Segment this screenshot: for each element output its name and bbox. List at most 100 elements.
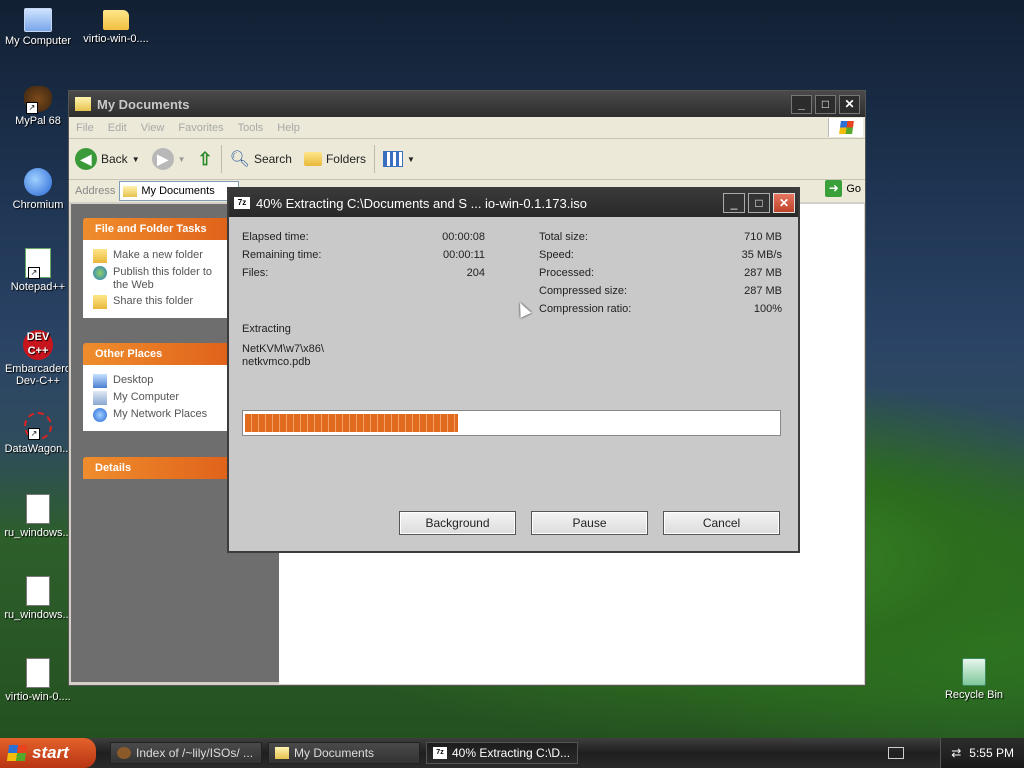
panel-header[interactable]: File and Folder Tasks [83,218,229,240]
desktop-icon-virtio-folder[interactable]: virtio-win-0.... [78,4,154,45]
notepad-plus-plus-icon: ↗ [25,248,51,279]
network-icon[interactable]: ⇄ [951,746,961,760]
task-share-folder[interactable]: Share this folder [93,295,229,309]
desktop-icon-dev-cpp[interactable]: DEV C++ Embarcadero Dev-C++ [0,330,76,387]
7zip-icon: 7z [234,197,250,209]
place-my-computer[interactable]: My Computer [93,391,229,405]
stat-value: 00:00:11 [442,249,485,261]
folder-icon [103,10,129,30]
background-button[interactable]: Background [399,511,516,535]
desktop-icon-chromium[interactable]: Chromium [0,168,76,211]
close-button[interactable]: ✕ [773,193,795,213]
desktop-icon-my-computer[interactable]: My Computer [0,4,76,47]
task-publish-folder[interactable]: Publish this folder to the Web [93,266,229,292]
desktop-icon-label: Embarcadero Dev-C++ [4,363,72,387]
menu-view[interactable]: View [134,122,172,134]
taskbar-item-my-documents[interactable]: My Documents [268,742,420,764]
stat-value: 204 [466,267,485,279]
go-button[interactable]: ➜ Go [825,180,861,197]
task-make-new-folder[interactable]: Make a new folder [93,249,229,263]
desktop-icon-ru-windows-1[interactable]: ru_windows... [0,494,76,539]
panel-header[interactable]: Details [83,457,229,479]
chevron-down-icon[interactable]: ▼ [178,155,186,164]
shortcut-arrow-icon: ↗ [26,102,38,114]
maximize-button[interactable]: □ [748,193,770,213]
start-button[interactable]: start [0,738,96,768]
back-arrow-icon: ◀ [75,148,97,170]
task-label: Index of /~lily/ISOs/ ... [136,746,254,760]
explorer-titlebar[interactable]: My Documents _ □ ✕ [69,91,865,117]
chevron-down-icon[interactable]: ▼ [132,155,140,164]
desktop-icon-label: Chromium [12,199,64,211]
taskbar-item-extracting[interactable]: 7z 40% Extracting C:\D... [426,742,578,764]
place-network[interactable]: My Network Places [93,408,229,422]
forward-arrow-icon: ▶ [151,148,174,170]
address-field[interactable]: My Documents [119,181,240,201]
folder-icon [123,185,138,197]
desktop-icon-label: My Computer [4,35,72,47]
operation-label: Extracting [242,323,291,335]
menu-tools[interactable]: Tools [231,122,271,134]
document-icon [26,658,50,688]
stat-value: 287 MB [744,285,782,297]
go-arrow-icon: ➜ [825,180,843,197]
desktop-icon-label: Recycle Bin [944,689,1004,701]
views-button[interactable]: ▼ [377,151,421,167]
minimize-button[interactable]: _ [791,94,812,114]
panel-header[interactable]: Other Places [83,343,229,365]
search-button[interactable]: 🔍︎ Search [224,149,298,169]
close-button[interactable]: ✕ [839,94,860,114]
desktop-icon-mypal[interactable]: ↗ MyPal 68 [0,86,76,127]
desktop-icon-virtio-file[interactable]: virtio-win-0.... [0,658,76,703]
stat-label: Speed: [539,249,574,261]
current-path: NetKVM\w7\x86\ [242,343,324,355]
folders-label: Folders [325,152,366,166]
cancel-button[interactable]: Cancel [663,511,780,535]
recycle-bin-icon [962,658,986,686]
dialog-titlebar[interactable]: 7z 40% Extracting C:\Documents and S ...… [229,189,798,217]
menu-file[interactable]: File [69,122,101,134]
browser-icon [117,747,131,759]
views-icon [382,151,403,167]
stat-label: Compressed size: [539,285,628,297]
clock[interactable]: 5:55 PM [969,746,1014,760]
toolbar-separator [220,145,222,173]
place-label: My Computer [113,391,180,403]
desktop-icon-notepad-plus-plus[interactable]: ↗ Notepad++ [0,248,76,293]
forward-button[interactable]: ▶ ▼ [146,148,192,170]
windows-logo-icon [828,118,863,137]
up-folder-button[interactable]: ⇧ [192,149,219,170]
windows-logo-icon [6,745,28,761]
menu-help[interactable]: Help [270,122,307,134]
keyboard-icon[interactable] [888,747,904,759]
menu-favorites[interactable]: Favorites [171,122,230,134]
pause-button[interactable]: Pause [531,511,648,535]
menu-edit[interactable]: Edit [101,122,134,134]
desktop-icon-datawagon[interactable]: ↗ DataWagon... [0,412,76,455]
new-folder-icon [93,249,107,263]
desktop-icon-label: virtio-win-0.... [83,33,149,45]
desktop-icon-ru-windows-2[interactable]: ru_windows... [0,576,76,621]
back-button[interactable]: ◀ Back ▼ [69,148,146,170]
place-label: Desktop [113,374,154,386]
maximize-button[interactable]: □ [815,94,836,114]
desktop-icon-recycle-bin[interactable]: Recycle Bin [936,658,1012,701]
folders-button[interactable]: Folders [298,152,372,166]
menu-bar: File Edit View Favorites Tools Help [69,117,865,139]
place-desktop[interactable]: Desktop [93,374,229,388]
task-label: Publish this folder to the Web [113,266,213,291]
extract-progress-dialog[interactable]: 7z 40% Extracting C:\Documents and S ...… [227,187,800,553]
stat-label: Processed: [539,267,595,279]
toolbar: ◀ Back ▼ ▶ ▼ ⇧ 🔍︎ Search Folders ▼ [69,139,865,180]
stat-value: 100% [753,303,782,315]
folder-icon [275,747,289,759]
desktop-icon-label: MyPal 68 [15,115,61,127]
address-value: My Documents [141,185,215,197]
minimize-button[interactable]: _ [723,193,745,213]
share-folder-icon [93,295,107,309]
dialog-title: 40% Extracting C:\Documents and S ... io… [256,195,587,211]
stat-value: 710 MB [744,231,782,243]
taskbar-item-browser[interactable]: Index of /~lily/ISOs/ ... [110,742,262,764]
task-label: Make a new folder [113,249,203,261]
address-label: Address [75,185,116,197]
